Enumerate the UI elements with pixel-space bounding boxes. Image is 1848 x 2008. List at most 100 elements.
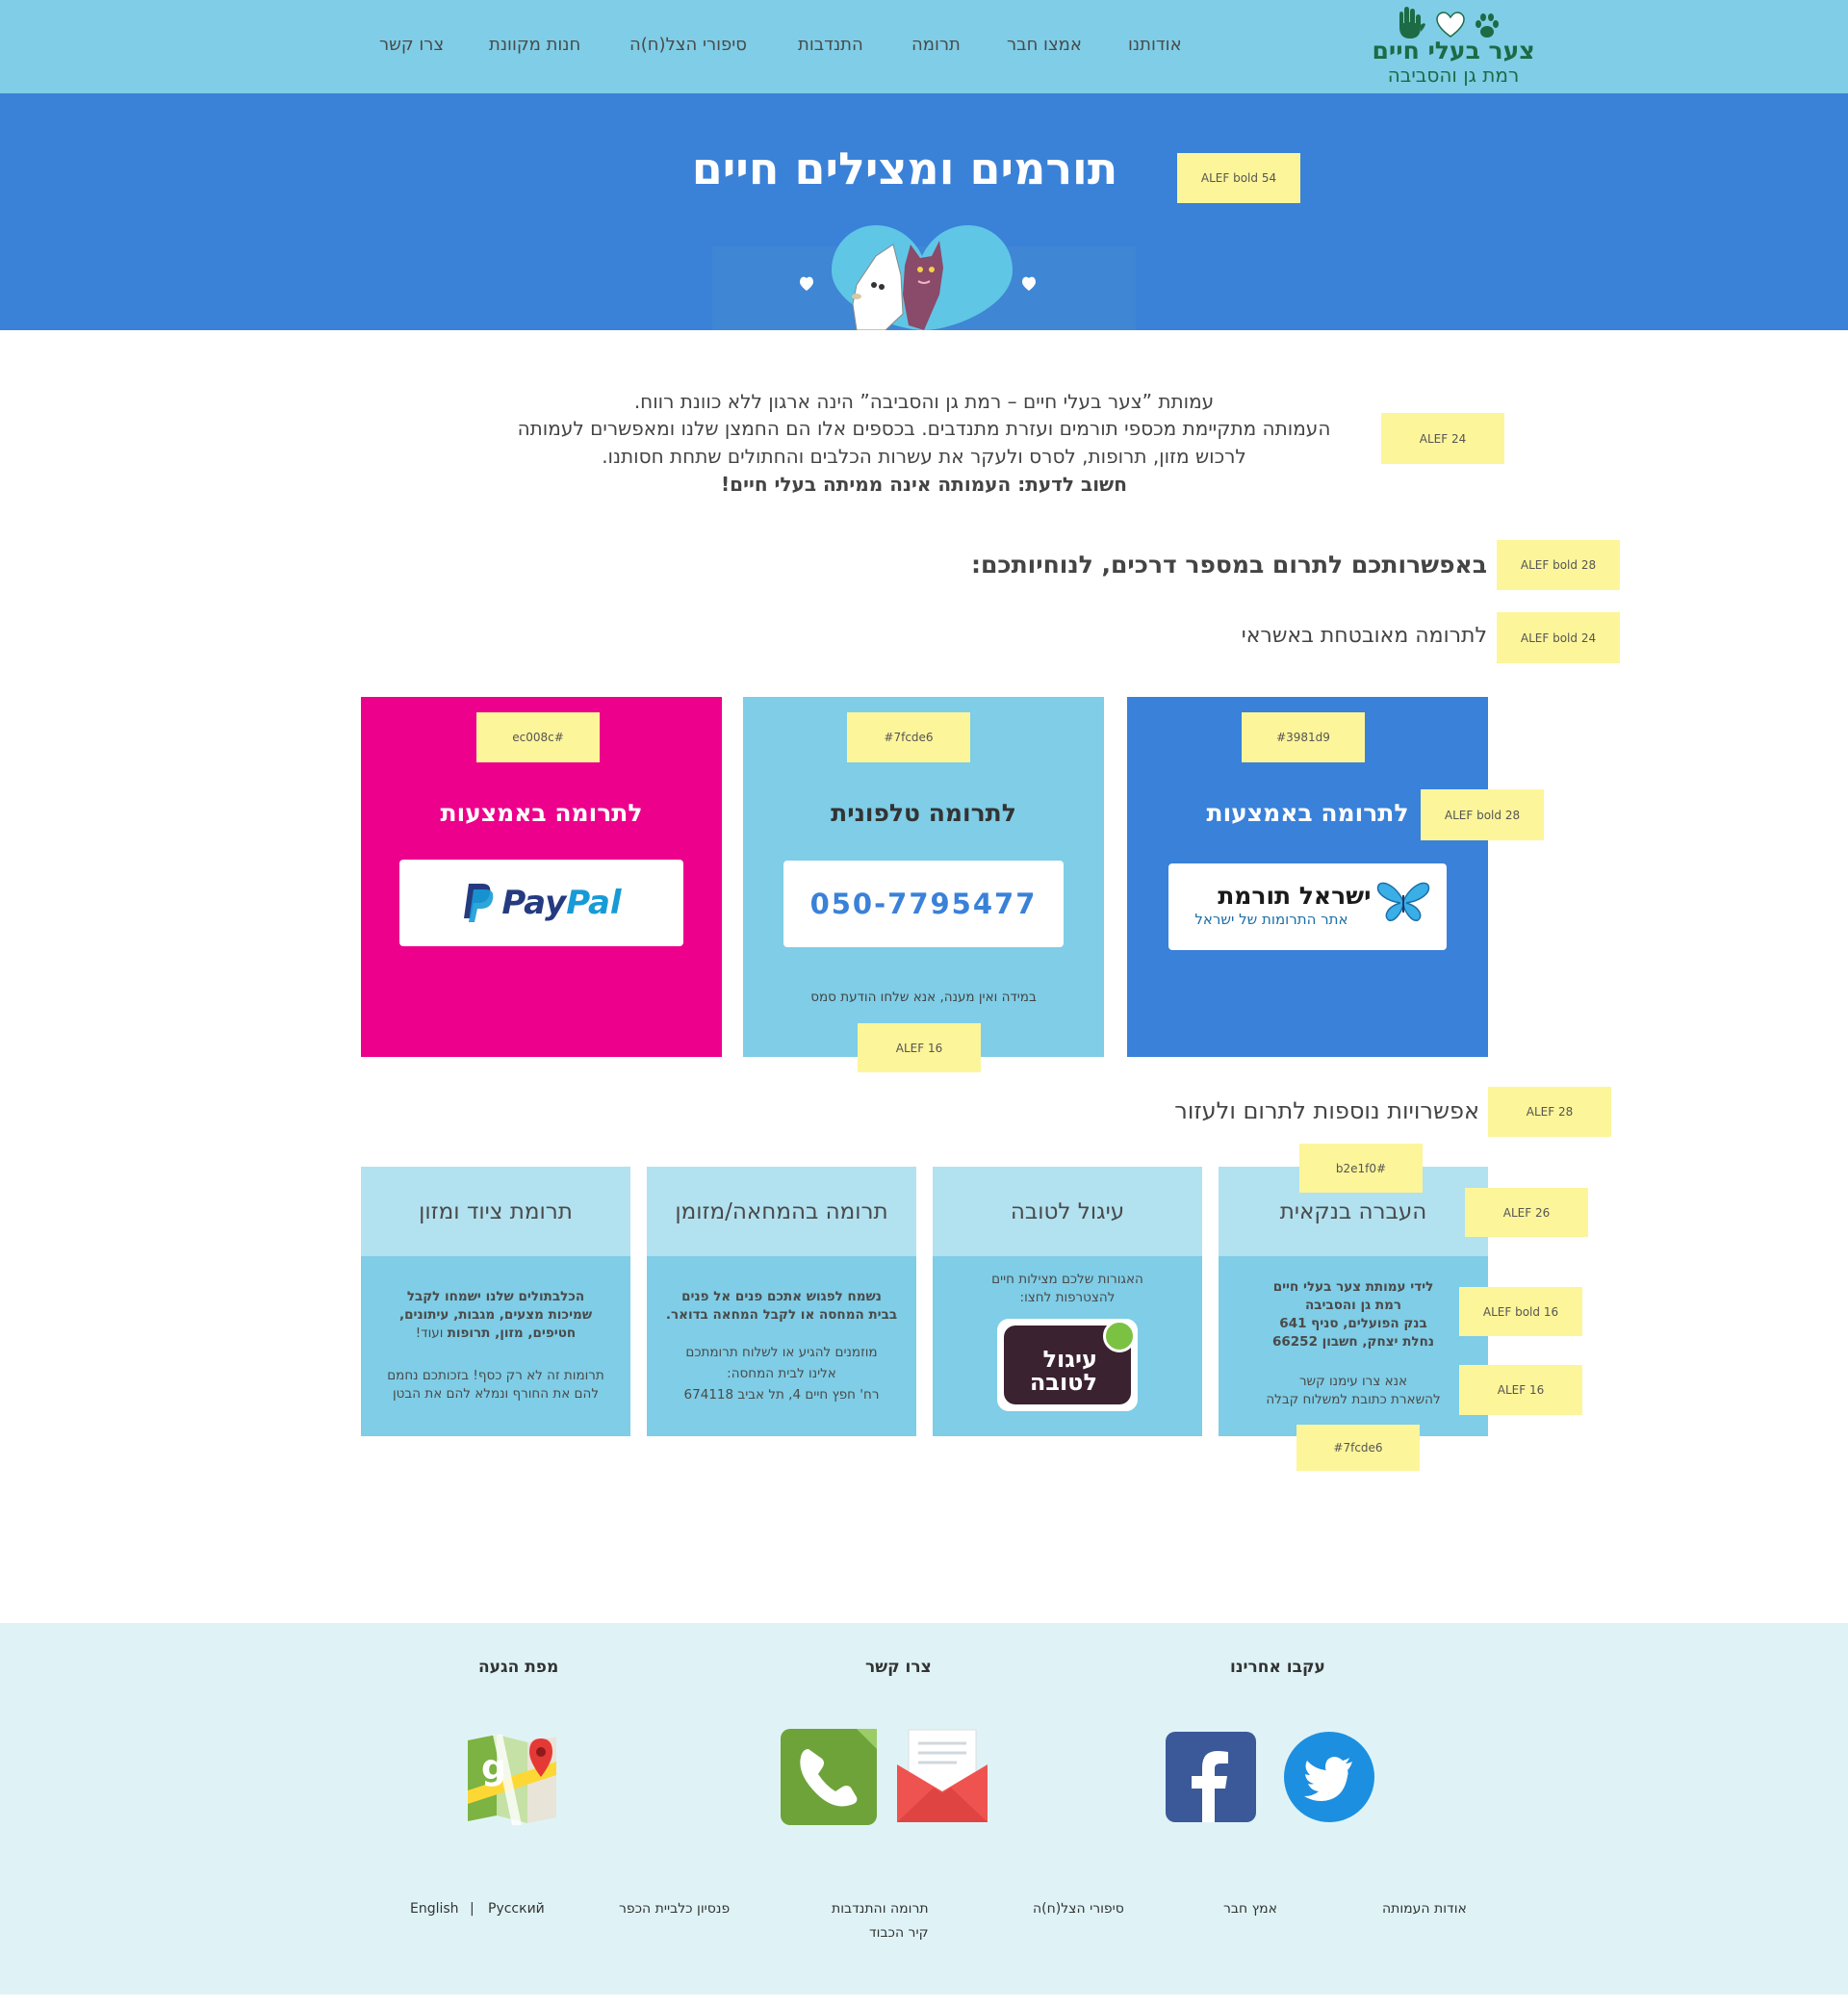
equipment-food-text: תרומות זה לא רק כסף! בזכותכם נחמם להם את… <box>372 1367 619 1403</box>
phone-number: 050-7795477 <box>809 888 1038 920</box>
bank-transfer-details: לידי עמותת צער בעלי חיים רמת גן והסביבה … <box>1230 1278 1476 1352</box>
equip-bold-line-1: הכלבתולים שלנו ישמחו לקבל <box>406 1289 585 1304</box>
footer-link-about[interactable]: אודות העמותה <box>1382 1901 1467 1917</box>
small-text-font-note: ALEF 16 <box>1459 1365 1582 1415</box>
check-cash-bold: נשמח לפגוש אתכם פנים אל פנים בבית המחסה … <box>658 1288 905 1325</box>
equipment-food-bold: הכלבתולים שלנו ישמחו לקבל שמיכות מצעים, … <box>372 1288 619 1343</box>
bank-note-line-1: אנא צרו עימנו קשר <box>1298 1374 1408 1389</box>
card2-color-note: #7fcde6 <box>847 712 970 762</box>
phone-icon[interactable] <box>780 1728 878 1826</box>
secure-credit-heading: לתרומה מאובטחת באשראי <box>1241 624 1487 648</box>
nav-volunteer[interactable]: התנדבות <box>798 35 863 55</box>
equip-line-1: תרומות זה לא רק כסף! בזכותכם נחמם <box>387 1368 604 1383</box>
svg-text:g: g <box>481 1748 506 1788</box>
israel-toremet-logo-sub: אתר התרומות של ישראל <box>1194 911 1348 928</box>
phone-sms-note: במידה ואין מענה, אנא שלחו הודעת סמס <box>810 990 1037 1005</box>
hero-title: תורמים ומצילים חיים <box>691 142 1118 194</box>
equipment-food-card: תרומת ציוד ומזון הכלבתולים שלנו ישמחו לק… <box>361 1167 630 1436</box>
check-bold-line-1: נשמח לפגוש אתכם פנים אל פנים <box>681 1289 882 1304</box>
footer-contact-heading: צרו קשר <box>865 1658 932 1677</box>
check-cash-card: תרומה בהמחאה/מזומן נשמח לפגוש אתכם פנים … <box>647 1167 916 1436</box>
round-up-line-1: האגורות שלכם מצילות חיים <box>991 1272 1143 1287</box>
nav-about[interactable]: אודותנו <box>1128 35 1182 55</box>
footer-link-russian[interactable]: Русский <box>488 1901 545 1917</box>
facebook-icon[interactable] <box>1165 1731 1257 1823</box>
check-bold-line-2: בבית המחסה או לקבל המחאה בדואר. <box>665 1307 898 1323</box>
equip-bold-line-3: חטיפים, מזון, תרופות ועוד! <box>372 1325 619 1343</box>
card2-title: לתרומה טלפונית <box>831 799 1016 827</box>
logo-title: צער בעלי חיים <box>1372 37 1535 64</box>
small-bold-font-note: ALEF bold 16 <box>1459 1287 1582 1336</box>
logo-subtitle: רמת גן והסביבה <box>1387 64 1520 87</box>
nav-success-stories[interactable]: סיפורי הצל(ח)ה <box>629 35 747 55</box>
bank-line-1: לידי עמותת צער בעלי חיים <box>1272 1279 1434 1295</box>
footer-link-success[interactable]: סיפורי הצל(ח)ה <box>1033 1901 1124 1917</box>
footer-link-pension[interactable]: פנסיון כלביית הכפר <box>619 1901 730 1917</box>
footer-link-adopt[interactable]: אמץ חבר <box>1223 1901 1277 1917</box>
equip-bold-line-3-tail: ועוד! <box>415 1326 448 1341</box>
footer-link-wall-of-honor[interactable]: קיר הכבוד <box>869 1925 929 1941</box>
card3-color-note: ec008c# <box>476 712 600 762</box>
round-up-line-2: להצטרפות לחצו: <box>1019 1290 1116 1305</box>
nav-online-shop[interactable]: חנות מקוונת <box>489 35 580 55</box>
bank-line-2: רמת גן והסביבה <box>1305 1298 1401 1313</box>
paypal-logo-pay: Pay <box>501 884 567 922</box>
secure-credit-font-note: ALEF bold 24 <box>1497 612 1620 663</box>
paypal-icon <box>464 884 494 922</box>
intro-line-4: חשוב לדעת: העמותה אינה ממיתה בעלי חיים! <box>721 473 1127 496</box>
equip-bold-line-3-bold: חטיפים, מזון, תרופות <box>447 1326 577 1341</box>
nav-adopt[interactable]: אמצו חבר <box>1007 35 1082 55</box>
check-cash-title: תרומה בהמחאה/מזומן <box>647 1167 916 1256</box>
mail-icon[interactable] <box>895 1728 989 1824</box>
round-up-card: עיגול לטובה האגורות שלכם מצילות חיים להצ… <box>933 1167 1202 1436</box>
bank-transfer-card: העברה בנקאית לידי עמותת צער בעלי חיים רמ… <box>1219 1167 1488 1436</box>
card2-text-font-note: ALEF 16 <box>858 1023 981 1072</box>
bank-line-4: נחלת יצחק, חשבון 66252 <box>1272 1334 1434 1350</box>
card1-color-note: #3981d9 <box>1242 712 1365 762</box>
google-maps-icon[interactable]: g <box>464 1733 560 1825</box>
equip-line-2: להם את החורף ונמלא להם את הבטן <box>392 1386 600 1402</box>
pets-illustration <box>712 225 1136 330</box>
card1-title-font-note: ALEF bold 28 <box>1421 789 1544 840</box>
round-up-logo-button[interactable]: עיגול לטובה <box>997 1319 1138 1411</box>
small-body-color-note: #7fcde6 <box>1296 1425 1420 1471</box>
green-dot-icon <box>1103 1320 1136 1352</box>
bank-line-3: בנק הפועלים, סניף 641 <box>1279 1316 1427 1331</box>
ways-heading: באפשרותכם לתרום במספר דרכים, לנוחיותכם: <box>971 551 1487 579</box>
equipment-food-title: תרומת ציוד ומזון <box>361 1167 630 1256</box>
intro-line-2: העמותה מתקיימת מכספי תורמים ועזרת מתנדבי… <box>517 417 1331 440</box>
more-heading-font-note: ALEF 28 <box>1488 1087 1611 1137</box>
hand-icon <box>1399 7 1425 39</box>
shelter-address: רח' חפץ חיים 4, תל אביב 674118 <box>683 1387 880 1403</box>
equip-bold-line-2: שמיכות מצעים, מגבות, עיתונים, <box>398 1307 593 1323</box>
nav-contact[interactable]: צרו קשר <box>379 35 444 55</box>
phone-number-button[interactable]: 050-7795477 <box>783 861 1064 947</box>
check-cash-text: מוזמנים להגיע או לשלוח תרומתכם אלינו לבי… <box>658 1342 905 1405</box>
paypal-button[interactable]: Pay Pal <box>399 860 683 946</box>
intro-font-note: ALEF 24 <box>1381 413 1504 464</box>
small-head-color-note: b2e1f0# <box>1299 1144 1423 1193</box>
round-up-logo-text: עיגול לטובה <box>1029 1346 1097 1396</box>
intro-line-1: עמותת ”צער בעלי חיים – רמת גן והסביבה” ה… <box>633 390 1215 413</box>
round-up-title: עיגול לטובה <box>933 1167 1202 1256</box>
butterfly-icon <box>1376 882 1429 921</box>
more-options-heading: אפשרויות נוספות לתרום ולעזור <box>1174 1097 1479 1124</box>
twitter-icon[interactable] <box>1283 1731 1375 1823</box>
ways-heading-font-note: ALEF bold 28 <box>1497 540 1620 590</box>
footer-link-english[interactable]: English <box>410 1901 459 1917</box>
card3-title: לתרומה באמצעות <box>440 799 643 827</box>
check-line-1: מוזמנים להגיע או לשלוח תרומתכם <box>685 1345 878 1360</box>
bank-note-line-2: להשארת כתובת למשלוח קבלה <box>1266 1392 1441 1407</box>
hero-font-note: ALEF bold 54 <box>1177 153 1300 203</box>
footer-map-heading: מפת הגעה <box>478 1658 559 1677</box>
nav-donate[interactable]: תרומה <box>911 35 961 55</box>
heart-icon <box>1436 12 1465 38</box>
bank-transfer-note: אנא צרו עימנו קשר להשארת כתובת למשלוח קב… <box>1230 1373 1476 1409</box>
footer-lang-separator: | <box>470 1901 475 1917</box>
footer-follow-heading: עקבו אחרינו <box>1230 1658 1325 1677</box>
check-line-2: אלינו לבית המחסה: <box>727 1366 836 1381</box>
israel-toremet-button[interactable]: ישראל תורמת אתר התרומות של ישראל <box>1168 863 1447 950</box>
paypal-logo-pal: Pal <box>566 884 622 922</box>
footer-link-donate-volunteer[interactable]: תרומה והתנדבות <box>832 1901 929 1917</box>
round-up-text: האגורות שלכם מצילות חיים להצטרפות לחצו: <box>944 1271 1191 1307</box>
